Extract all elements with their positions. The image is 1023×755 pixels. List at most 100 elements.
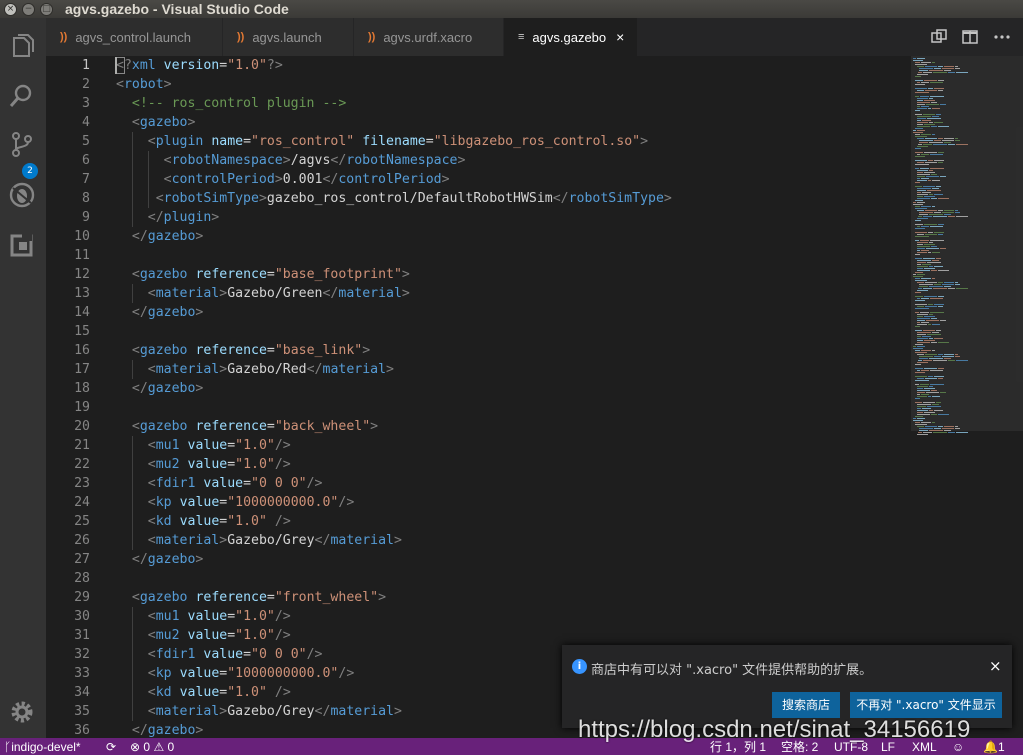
minimap-mark [924,268,935,269]
code-line[interactable]: 31 <mu2 value="1.0"/> [46,626,911,645]
code-line[interactable]: 1 <?xml version="1.0"?> [46,56,911,75]
code-line[interactable]: 21 <mu1 value="1.0"/> [46,436,911,455]
split-editor-icon[interactable] [961,28,979,46]
search-icon[interactable] [8,82,36,110]
problems-status[interactable]: ⊗ 0 ⚠ 0 [130,739,174,755]
code-line[interactable]: 9 </plugin> [46,208,911,227]
minimap-mark [942,140,954,141]
line-number: 34 [74,685,90,700]
minimap-mark [932,252,940,253]
code-editor[interactable]: 1 <?xml version="1.0"?> 2 <robot> 3 <!-- ros… [46,56,911,738]
code-line[interactable]: 27 </gazebo> [46,550,911,569]
minimap-mark [955,138,958,139]
code-line[interactable]: 20 <gazebo reference="back_wheel"> [46,417,911,436]
minimap-mark [915,292,921,293]
extensions-icon[interactable] [8,231,36,259]
minimap-mark [917,370,920,371]
search-marketplace-button[interactable]: 搜索商店 [772,692,840,718]
minimap-mark [944,430,951,431]
code-text: <gazebo> [131,115,196,130]
branch-name: indigo-devel* [11,740,81,754]
code-line[interactable]: 28 [46,569,911,588]
editor-scrollbar[interactable] [1009,56,1023,738]
code-line[interactable]: 2 <robot> [46,75,911,94]
code-line[interactable]: 11 [46,246,911,265]
minimap-mark [929,358,943,359]
minimap-mark [925,282,937,283]
code-line[interactable]: 6 <robotNamespace>/agvs</robotNamespace> [46,151,911,170]
code-line[interactable]: 5 <plugin name="ros_control" filename="l… [46,132,911,151]
minimap-mark [921,278,931,279]
minimap-mark [917,192,921,193]
line-number: 19 [74,400,90,415]
minimap-mark [929,286,943,287]
code-line[interactable]: 14 </gazebo> [46,303,911,322]
minimap-mark [931,390,937,391]
debug-icon[interactable] [8,181,36,209]
minimap-mark [913,132,923,133]
code-line[interactable]: 12 <gazebo reference="base_footprint"> [46,265,911,284]
code-line[interactable]: 15 [46,322,911,341]
code-line[interactable]: 23 <fdir1 value="0 0 0"/> [46,474,911,493]
minimap-mark [922,120,931,121]
minimap-mark [930,168,944,169]
minimap-mark [938,282,943,283]
notifications-status[interactable]: 🔔1 [983,739,1005,755]
code-text: <controlPeriod>0.001</controlPeriod> [163,172,450,187]
code-line[interactable]: 22 <mu2 value="1.0"/> [46,455,911,474]
dont-show-again-button[interactable]: 不再对 ".xacro" 文件显示 [850,692,1002,718]
branch-status[interactable]: ᚴindigo-devel* [4,739,81,755]
code-line[interactable]: 19 [46,398,911,417]
minimap-mark [929,338,933,339]
minimap[interactable] [911,56,1023,738]
minimap-mark [924,316,935,317]
code-line[interactable]: 29 <gazebo reference="front_wheel"> [46,588,911,607]
tab-agvs-control-launch[interactable]: )) agvs_control.launch [46,18,223,56]
code-line[interactable]: 18 </gazebo> [46,379,911,398]
minimap-mark [918,216,922,217]
minimap-mark [928,252,931,253]
code-line[interactable]: 7 <controlPeriod>0.001</controlPeriod> [46,170,911,189]
split-compare-icon[interactable] [930,28,948,46]
code-line[interactable]: 10 </gazebo> [46,227,911,246]
more-icon[interactable] [993,28,1011,46]
code-line[interactable]: 17 <material>Gazebo/Red</material> [46,360,911,379]
code-line[interactable]: 4 <gazebo> [46,113,911,132]
explorer-icon[interactable] [8,32,36,60]
code-text: <kp value="1000000000.0"/> [147,495,355,510]
minimap-mark [921,250,929,251]
code-line[interactable]: 24 <kp value="1000000000.0"/> [46,493,911,512]
minimap-mark [927,334,941,335]
code-line[interactable]: 8 <robotSimType>gazebo_ros_control/Defau… [46,189,911,208]
source-control-icon[interactable] [8,130,36,158]
minimap-mark [915,344,923,345]
code-text: <kd value="1.0" /> [147,685,291,700]
minimap-mark [917,244,923,245]
minimap-mark [913,204,923,205]
window-maximize-button[interactable]: □ [40,2,53,16]
minimap-mark [917,342,930,343]
minimap-mark [917,252,927,253]
minimap-mark [917,100,923,101]
window-minimize-button[interactable]: − [22,2,35,16]
close-icon[interactable]: × [989,657,1002,675]
minimap-mark [938,306,943,307]
close-icon[interactable]: × [616,29,624,45]
minimap-mark [922,408,931,409]
minimap-mark [917,394,920,395]
minimap-mark [955,354,958,355]
code-line[interactable]: 16 <gazebo reference="base_link"> [46,341,911,360]
tab-agvs-launch[interactable]: )) agvs.launch [223,18,354,56]
settings-gear-icon[interactable] [8,698,36,726]
minimap-mark [933,144,947,145]
code-line[interactable]: 26 <material>Gazebo/Grey</material> [46,531,911,550]
code-line[interactable]: 13 <material>Gazebo/Green</material> [46,284,911,303]
code-line[interactable]: 25 <kd value="1.0" /> [46,512,911,531]
sync-icon[interactable]: ⟳ [106,739,116,755]
code-line[interactable]: 30 <mu1 value="1.0"/> [46,607,911,626]
tab-agvs-gazebo[interactable]: ≡ agvs.gazebo × [504,18,638,56]
window-close-button[interactable]: × [4,2,17,16]
minimap-mark [915,376,927,377]
code-line[interactable]: 3 <!-- ros_control plugin --> [46,94,911,113]
tab-agvs-urdf-xacro[interactable]: )) agvs.urdf.xacro [354,18,504,56]
